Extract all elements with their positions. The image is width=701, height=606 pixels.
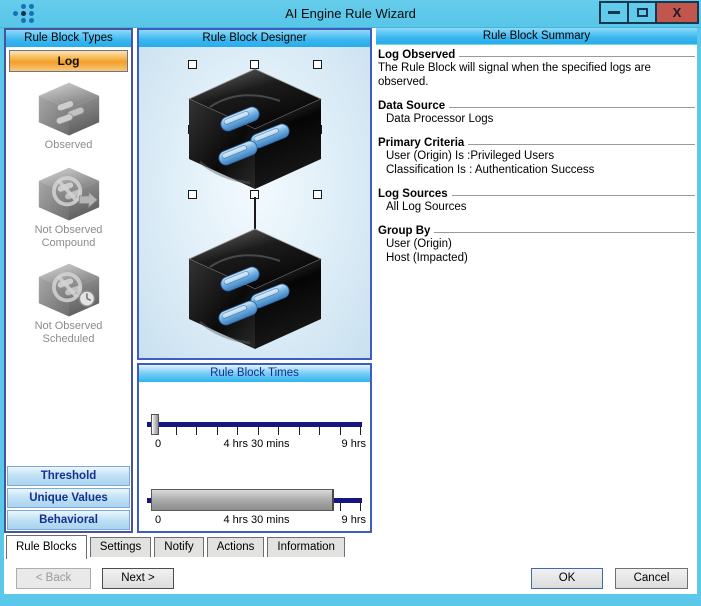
designer-panel-header: Rule Block Designer <box>139 30 370 47</box>
section-heading: Data Source <box>378 100 446 112</box>
section-line: Data Processor Logs <box>386 113 494 125</box>
slider-ticks <box>155 427 361 436</box>
rule-block-cube[interactable] <box>180 227 330 351</box>
rule-block-types-panel: Rule Block Types Log Observed Not Observ… <box>4 28 133 533</box>
types-panel-header: Rule Block Types <box>6 30 131 47</box>
observed-cube-icon <box>38 82 99 136</box>
next-button[interactable]: Next > <box>102 568 174 589</box>
tab-rule-blocks[interactable]: Rule Blocks <box>6 535 87 559</box>
back-button[interactable]: < Back <box>16 568 91 589</box>
slider-label-end: 9 hrs <box>341 514 366 526</box>
tab-settings[interactable]: Settings <box>89 537 152 557</box>
type-not-observed-compound[interactable]: Not Observed Compound <box>6 166 131 250</box>
rule-block-designer-panel: Rule Block Designer <box>137 28 372 360</box>
section-line: The Rule Block will signal when the spec… <box>378 62 651 88</box>
summary-section-primary-criteria: Primary Criteria User (Origin) Is :Privi… <box>378 137 695 177</box>
section-heading: Group By <box>378 225 431 237</box>
minimize-button[interactable] <box>599 1 629 24</box>
cancel-button[interactable]: Cancel <box>615 568 688 589</box>
type-not-observed-scheduled[interactable]: Not Observed Scheduled <box>6 262 131 346</box>
close-button[interactable]: X <box>655 1 699 24</box>
tab-information[interactable]: Information <box>267 537 345 557</box>
section-heading: Primary Criteria <box>378 137 465 149</box>
not-observed-compound-cube-icon <box>38 167 99 221</box>
summary-section-log-observed: Log Observed The Rule Block will signal … <box>378 49 695 89</box>
ai-engine-rule-wizard-window: AI Engine Rule Wizard X Rule Block Types… <box>0 0 701 606</box>
titlebar: AI Engine Rule Wizard X <box>0 0 701 28</box>
designer-canvas[interactable] <box>139 47 370 358</box>
rule-block-times-panel: Rule Block Times 0 4 hrs 30 mins 9 hrs 0… <box>137 363 372 533</box>
section-line: Host (Impacted) <box>386 252 468 264</box>
tab-notify[interactable]: Notify <box>154 537 204 557</box>
type-observed[interactable]: Observed <box>6 81 131 152</box>
rule-block-summary-panel: Rule Block Summary Log Observed The Rule… <box>376 28 697 533</box>
type-observed-label: Observed <box>44 139 93 151</box>
threshold-button[interactable]: Threshold <box>7 466 130 486</box>
type-not-observed-scheduled-label2: Scheduled <box>42 333 95 345</box>
summary-section-data-source: Data Source Data Processor Logs <box>378 100 695 126</box>
maximize-icon <box>636 8 648 17</box>
type-not-observed-scheduled-label: Not Observed <box>34 320 103 332</box>
selection-handle[interactable] <box>313 190 322 199</box>
close-icon: X <box>672 5 682 20</box>
tab-actions[interactable]: Actions <box>206 537 265 557</box>
type-not-observed-compound-label2: Compound <box>41 237 96 249</box>
window-title: AI Engine Rule Wizard <box>285 6 416 21</box>
unique-values-button[interactable]: Unique Values <box>7 488 130 508</box>
time-slider-single[interactable]: 0 4 hrs 30 mins 9 hrs <box>139 396 370 458</box>
summary-panel-header: Rule Block Summary <box>376 28 697 45</box>
slider-thumb[interactable] <box>151 414 159 435</box>
slider-range-bar[interactable] <box>151 489 334 511</box>
section-line: All Log Sources <box>386 201 467 213</box>
behavioral-button[interactable]: Behavioral <box>7 510 130 530</box>
section-heading: Log Sources <box>378 188 448 200</box>
selection-handle[interactable] <box>188 190 197 199</box>
content-area: Rule Block Types Log Observed Not Observ… <box>4 28 697 594</box>
section-heading: Log Observed <box>378 49 456 61</box>
rule-block-cube-selected[interactable] <box>180 67 330 191</box>
not-observed-scheduled-cube-icon <box>38 263 99 317</box>
times-panel-header: Rule Block Times <box>139 365 370 382</box>
slider-label-mid: 4 hrs 30 mins <box>223 438 290 450</box>
minimize-icon <box>608 11 620 14</box>
section-line: User (Origin) Is :Privileged Users <box>386 150 555 162</box>
ok-button[interactable]: OK <box>531 568 603 589</box>
section-line: User (Origin) <box>386 238 452 250</box>
section-line: Classification Is : Authentication Succe… <box>386 164 595 176</box>
slider-label-end: 9 hrs <box>341 438 366 450</box>
tab-bar: Rule Blocks Settings Notify Actions Info… <box>6 535 345 559</box>
maximize-button[interactable] <box>627 1 657 24</box>
type-not-observed-compound-label: Not Observed <box>34 224 103 236</box>
slider-label-mid: 4 hrs 30 mins <box>223 514 290 526</box>
summary-section-log-sources: Log Sources All Log Sources <box>378 188 695 214</box>
type-log-button[interactable]: Log <box>9 50 128 72</box>
summary-section-group-by: Group By User (Origin) Host (Impacted) <box>378 225 695 265</box>
time-slider-range[interactable]: 0 4 hrs 30 mins 9 hrs <box>139 472 370 534</box>
